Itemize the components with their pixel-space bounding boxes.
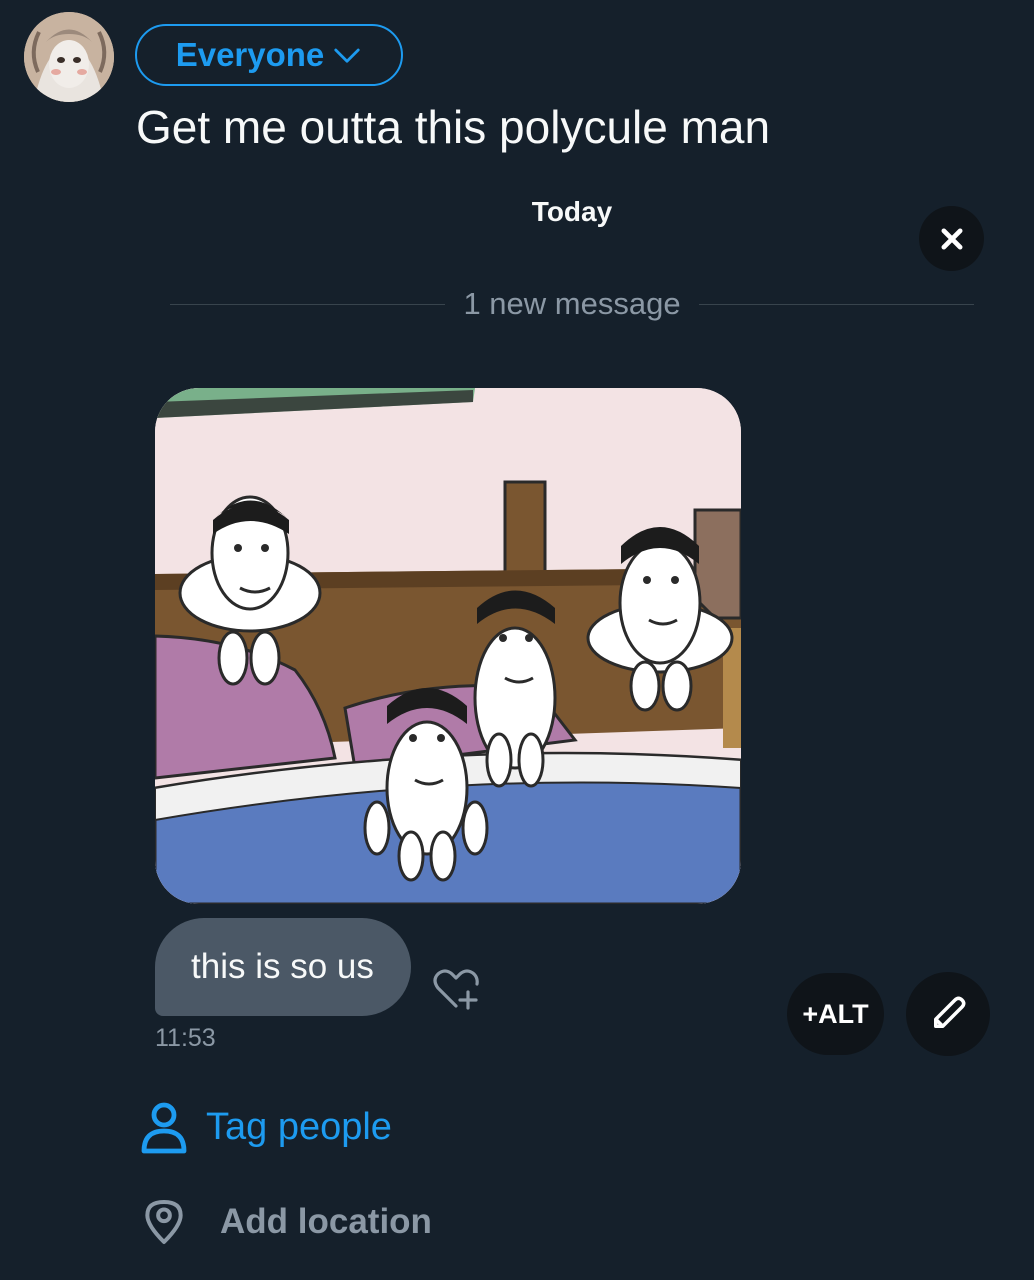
- avatar-image: [24, 12, 114, 102]
- edit-media-button[interactable]: [906, 972, 990, 1056]
- message-timestamp: 11:53: [155, 1024, 216, 1052]
- person-icon: [141, 1102, 187, 1154]
- audience-label: Everyone: [175, 36, 325, 73]
- chevron-down-icon: [334, 48, 360, 63]
- audience-selector-button[interactable]: Everyone: [135, 24, 403, 86]
- message-bubble[interactable]: this is so us: [155, 918, 411, 1016]
- add-location-option[interactable]: Add location: [144, 1198, 432, 1246]
- remove-media-button[interactable]: [919, 206, 984, 271]
- pencil-icon: [934, 996, 966, 1028]
- meme-illustration: [155, 388, 741, 904]
- avatar[interactable]: [24, 12, 114, 102]
- location-pin-icon: [145, 1200, 183, 1244]
- new-message-divider: 1 new message: [170, 284, 974, 324]
- tag-people-option[interactable]: Tag people: [140, 1100, 392, 1154]
- divider-line-right: [698, 303, 974, 305]
- message-text: this is so us: [191, 947, 374, 986]
- post-text-input[interactable]: Get me outta this polycule man: [136, 100, 770, 154]
- attached-image[interactable]: [155, 388, 741, 904]
- new-message-label: 1 new message: [463, 286, 681, 321]
- divider-line-left: [170, 303, 446, 305]
- close-icon: [941, 228, 962, 249]
- add-alt-text-button[interactable]: +ALT: [787, 973, 884, 1055]
- tag-people-label: Tag people: [206, 1105, 392, 1148]
- heart-plus-icon[interactable]: [430, 966, 482, 1012]
- day-label: Today: [531, 196, 613, 227]
- add-location-label: Add location: [220, 1202, 432, 1241]
